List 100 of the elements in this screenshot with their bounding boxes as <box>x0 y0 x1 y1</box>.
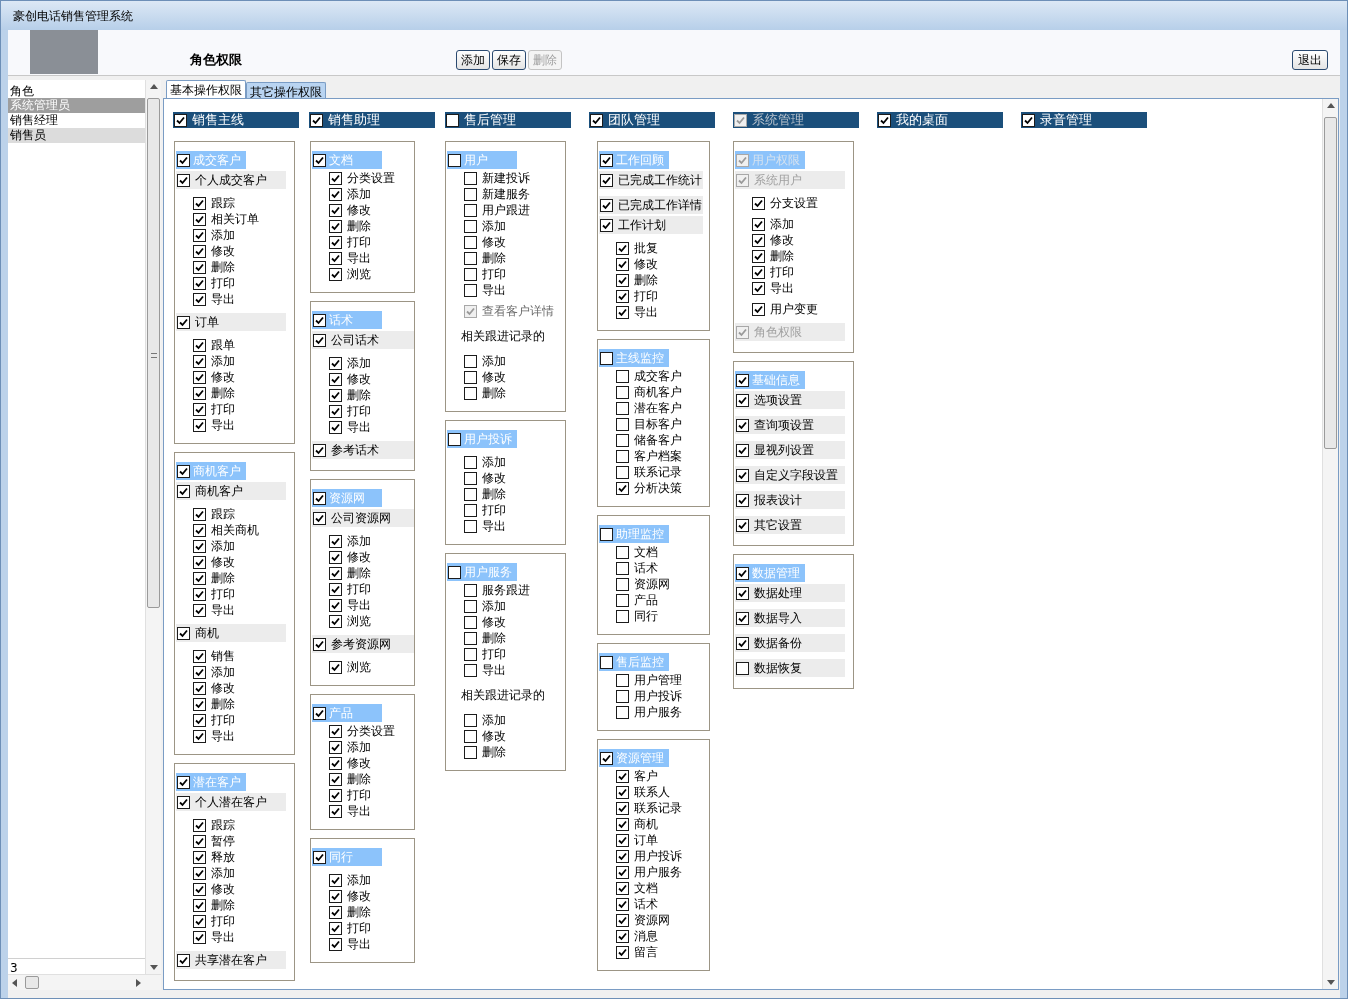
checkbox[interactable] <box>464 729 477 743</box>
checkbox[interactable] <box>752 196 765 210</box>
scrollbar-thumb[interactable] <box>147 98 160 608</box>
checkbox[interactable] <box>590 113 603 127</box>
checkbox[interactable] <box>464 354 477 368</box>
checkbox[interactable] <box>464 171 477 185</box>
checkbox[interactable] <box>616 833 629 847</box>
checkbox[interactable] <box>464 599 477 613</box>
checkbox[interactable] <box>736 373 749 387</box>
checkbox[interactable] <box>329 187 342 201</box>
checkbox[interactable] <box>313 443 326 457</box>
checkbox[interactable] <box>736 468 749 482</box>
checkbox[interactable] <box>313 637 326 651</box>
checkbox[interactable] <box>464 745 477 759</box>
checkbox[interactable] <box>616 785 629 799</box>
checkbox[interactable] <box>752 217 765 231</box>
checkbox[interactable] <box>329 251 342 265</box>
checkbox[interactable] <box>616 449 629 463</box>
checkbox[interactable] <box>193 276 206 290</box>
checkbox[interactable] <box>616 257 629 271</box>
checkbox[interactable] <box>193 649 206 663</box>
checkbox[interactable] <box>329 420 342 434</box>
exit-button[interactable]: 退出 <box>1292 50 1328 70</box>
checkbox[interactable] <box>329 372 342 386</box>
up-arrow-icon[interactable] <box>150 84 158 89</box>
checkbox[interactable] <box>752 302 765 316</box>
checkbox[interactable] <box>329 740 342 754</box>
checkbox[interactable] <box>329 724 342 738</box>
checkbox[interactable] <box>193 665 206 679</box>
checkbox[interactable] <box>736 636 749 650</box>
checkbox[interactable] <box>174 113 187 127</box>
checkbox[interactable] <box>616 465 629 479</box>
checkbox[interactable] <box>193 402 206 416</box>
checkbox[interactable] <box>177 153 190 167</box>
checkbox[interactable] <box>329 598 342 612</box>
checkbox[interactable] <box>616 881 629 895</box>
checkbox[interactable] <box>616 433 629 447</box>
checkbox[interactable] <box>313 706 326 720</box>
checkbox[interactable] <box>193 571 206 585</box>
checkbox[interactable] <box>600 218 613 232</box>
checkbox[interactable] <box>177 626 190 640</box>
checkbox[interactable] <box>464 471 477 485</box>
checkbox[interactable] <box>464 503 477 517</box>
checkbox[interactable] <box>193 386 206 400</box>
checkbox[interactable] <box>313 491 326 505</box>
down-arrow-icon[interactable] <box>150 965 158 970</box>
checkbox[interactable] <box>193 212 206 226</box>
down-arrow-icon[interactable] <box>1327 980 1335 985</box>
checkbox[interactable] <box>464 663 477 677</box>
checkbox[interactable] <box>736 393 749 407</box>
checkbox[interactable] <box>329 388 342 402</box>
checkbox[interactable] <box>313 850 326 864</box>
checkbox[interactable] <box>329 756 342 770</box>
checkbox[interactable] <box>736 611 749 625</box>
checkbox[interactable] <box>464 283 477 297</box>
checkbox[interactable] <box>193 228 206 242</box>
checkbox[interactable] <box>464 386 477 400</box>
checkbox[interactable] <box>193 729 206 743</box>
checkbox[interactable] <box>446 113 459 127</box>
checkbox[interactable] <box>193 866 206 880</box>
checkbox[interactable] <box>329 203 342 217</box>
checkbox[interactable] <box>193 354 206 368</box>
checkbox[interactable] <box>616 897 629 911</box>
checkbox[interactable] <box>329 889 342 903</box>
checkbox[interactable] <box>464 219 477 233</box>
checkbox[interactable] <box>752 233 765 247</box>
checkbox[interactable] <box>193 260 206 274</box>
checkbox[interactable] <box>193 713 206 727</box>
toolbar-button[interactable]: 保存 <box>492 50 526 70</box>
checkbox[interactable] <box>616 481 629 495</box>
checkbox[interactable] <box>329 873 342 887</box>
checkbox[interactable] <box>329 356 342 370</box>
checkbox[interactable] <box>464 370 477 384</box>
checkbox[interactable] <box>736 443 749 457</box>
checkbox[interactable] <box>329 235 342 249</box>
checkbox[interactable] <box>193 292 206 306</box>
checkbox[interactable] <box>616 945 629 959</box>
tab[interactable]: 其它操作权限 <box>246 82 326 98</box>
checkbox[interactable] <box>1022 113 1035 127</box>
checkbox[interactable] <box>193 914 206 928</box>
checkbox[interactable] <box>600 655 613 669</box>
checkbox[interactable] <box>193 196 206 210</box>
checkbox[interactable] <box>752 249 765 263</box>
vertical-scrollbar[interactable] <box>145 80 161 974</box>
checkbox[interactable] <box>177 775 190 789</box>
checkbox[interactable] <box>177 953 190 967</box>
checkbox[interactable] <box>600 153 613 167</box>
checkbox[interactable] <box>616 369 629 383</box>
checkbox[interactable] <box>600 751 613 765</box>
checkbox[interactable] <box>464 203 477 217</box>
checkbox[interactable] <box>736 518 749 532</box>
checkbox[interactable] <box>616 305 629 319</box>
checkbox[interactable] <box>616 609 629 623</box>
checkbox[interactable] <box>616 865 629 879</box>
checkbox[interactable] <box>616 593 629 607</box>
checkbox[interactable] <box>329 804 342 818</box>
checkbox[interactable] <box>193 418 206 432</box>
checkbox[interactable] <box>616 385 629 399</box>
checkbox[interactable] <box>464 251 477 265</box>
checkbox[interactable] <box>616 705 629 719</box>
